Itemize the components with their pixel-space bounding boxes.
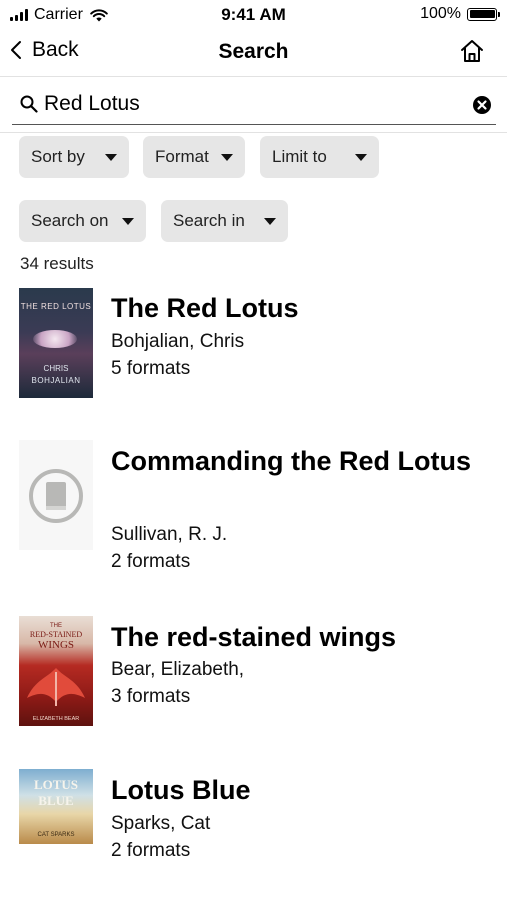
results-count: 34 results [20, 254, 94, 273]
cover-title-lotus: LOTUS [33, 777, 79, 792]
divider [0, 132, 507, 133]
caret-down-icon [264, 217, 276, 225]
cover-author-first: CHRIS [43, 364, 69, 373]
limit-to-label: Limit to [272, 147, 327, 166]
result-author: Bohjalian, Chris [111, 331, 245, 352]
search-bar [12, 84, 496, 125]
search-icon [20, 95, 38, 113]
caret-down-icon [105, 153, 117, 161]
caret-down-icon [221, 153, 233, 161]
limit-to-dropdown[interactable]: Limit to [260, 136, 379, 178]
result-title: The red-stained wings [111, 622, 397, 652]
navigation-bar: Back Search [0, 30, 507, 77]
clear-icon [473, 96, 491, 114]
format-label: Format [155, 147, 209, 166]
cover-title-wings: WINGS [37, 639, 75, 651]
home-button[interactable] [459, 38, 485, 69]
book-cover: THE RED LOTUS CHRIS BOHJALIAN [19, 288, 93, 398]
caret-down-icon [355, 153, 367, 161]
book-cover: THE RED-STAINED WINGS ELIZABETH BEAR [19, 616, 93, 726]
result-title: Commanding the Red Lotus [111, 446, 471, 476]
search-input[interactable] [44, 86, 464, 122]
battery-percent: 100% [420, 5, 461, 22]
search-in-label: Search in [173, 211, 245, 230]
book-cover [19, 440, 93, 550]
result-title: Lotus Blue [111, 775, 251, 805]
result-author: Sparks, Cat [111, 813, 211, 834]
wings-image [27, 668, 85, 706]
status-bar: Carrier 9:41 AM 100% [0, 0, 507, 30]
search-on-dropdown[interactable]: Search on [19, 200, 146, 242]
home-icon [461, 40, 483, 62]
result-item[interactable]: THE RED-STAINED WINGS ELIZABETH BEAR The… [0, 616, 507, 736]
cover-author: CAT SPARKS [37, 832, 75, 838]
caret-down-icon [122, 217, 134, 225]
book-cover: LOTUS BLUE CAT SPARKS [19, 769, 93, 844]
sort-by-label: Sort by [31, 147, 85, 166]
search-in-dropdown[interactable]: Search in [161, 200, 288, 242]
result-title: The Red Lotus [111, 293, 299, 323]
result-item[interactable]: THE RED LOTUS CHRIS BOHJALIAN The Red Lo… [0, 287, 507, 407]
result-item[interactable]: LOTUS BLUE CAT SPARKS Lotus Blue Sparks,… [0, 769, 507, 861]
result-item[interactable]: Commanding the Red Lotus Sullivan, R. J.… [0, 440, 507, 600]
result-formats: 5 formats [111, 358, 191, 379]
format-dropdown[interactable]: Format [143, 136, 245, 178]
cover-title-red-stained: RED-STAINED [29, 630, 83, 639]
result-author: Bear, Elizabeth, [111, 659, 245, 680]
search-on-label: Search on [31, 211, 109, 230]
page-title: Search [218, 40, 289, 63]
result-formats: 2 formats [111, 551, 191, 572]
battery-icon [467, 7, 500, 21]
cover-title-the: THE [50, 623, 62, 629]
book-placeholder-icon [29, 469, 83, 523]
cover-author: ELIZABETH BEAR [32, 716, 80, 722]
result-author: Sullivan, R. J. [111, 524, 228, 545]
cover-author-last: BOHJALIAN [31, 376, 81, 385]
clear-search-button[interactable] [473, 96, 491, 119]
lotus-image [33, 330, 77, 348]
cover-title: THE RED LOTUS [20, 302, 92, 311]
sort-by-dropdown[interactable]: Sort by [19, 136, 129, 178]
cover-title-blue: BLUE [38, 793, 74, 808]
result-formats: 2 formats [111, 840, 191, 861]
result-formats: 3 formats [111, 686, 191, 707]
